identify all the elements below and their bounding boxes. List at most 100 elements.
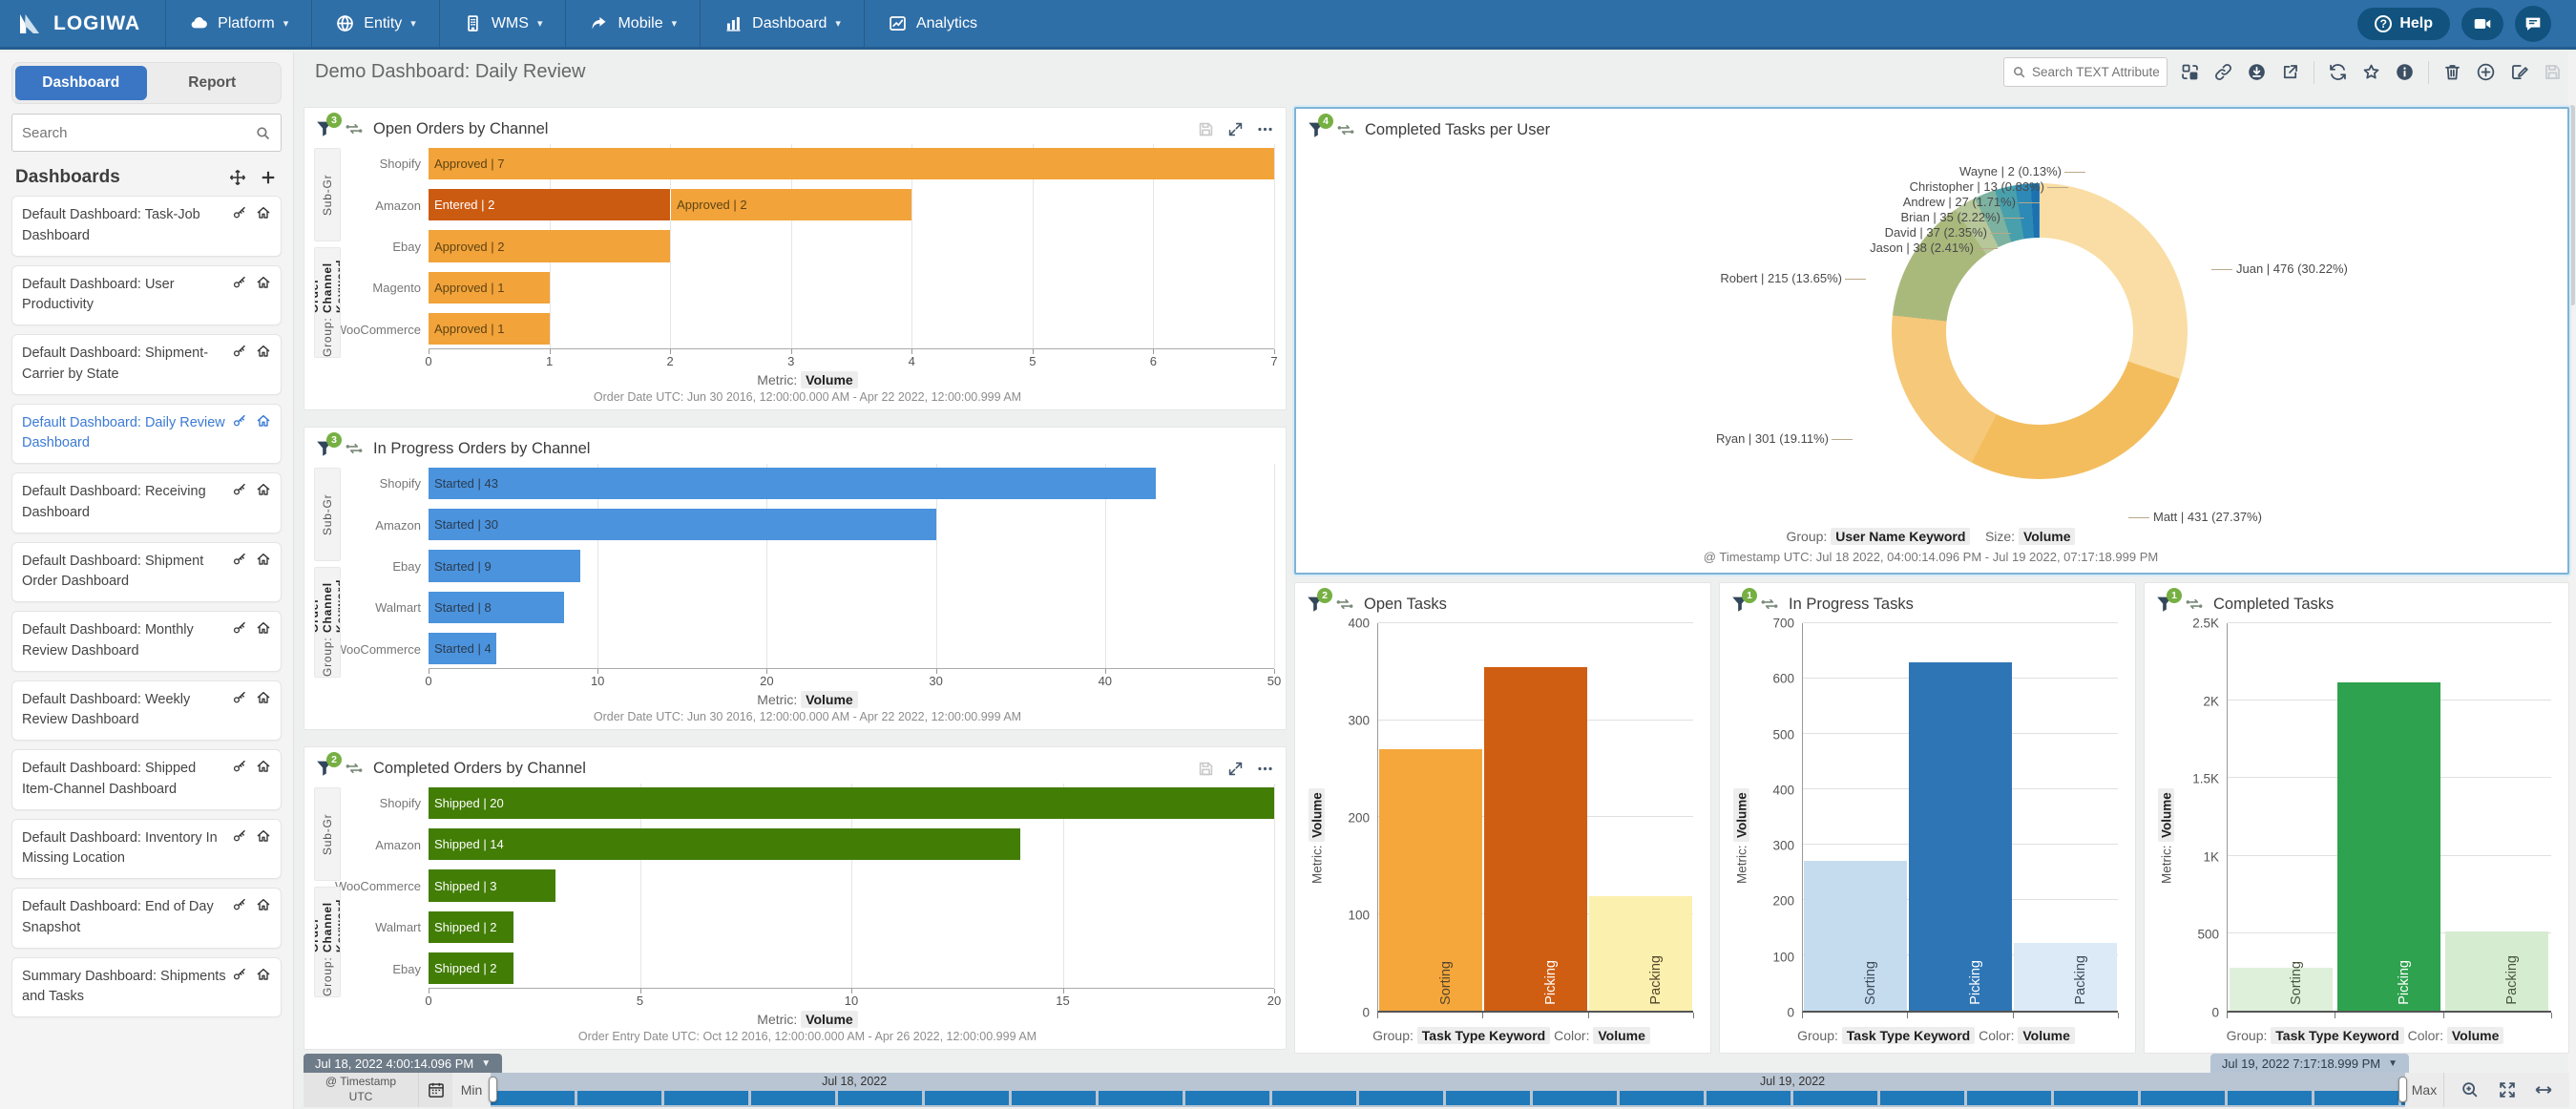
text-attribute-search-input[interactable] [2032, 65, 2159, 79]
home-icon[interactable] [256, 897, 271, 912]
bar[interactable]: Packing [1589, 896, 1692, 1011]
bar[interactable]: Packing [2445, 931, 2548, 1011]
key-icon[interactable] [232, 413, 247, 429]
filter-icon[interactable]: 3 [314, 118, 335, 139]
bar-segment[interactable]: Started | 30 [429, 509, 936, 540]
timeline-min-handle[interactable] [489, 1077, 497, 1102]
key-icon[interactable] [232, 275, 247, 290]
swap-axes-icon[interactable] [345, 119, 364, 138]
bar-segment[interactable]: Shipped | 2 [429, 952, 513, 984]
sidebar-item-dashboard[interactable]: Default Dashboard: User Productivity [11, 265, 282, 326]
move-icon[interactable] [228, 168, 247, 187]
sidebar-item-dashboard[interactable]: Default Dashboard: Shipped Item-Channel … [11, 749, 282, 810]
timeline-track[interactable]: Jul 18, 2022 Jul 19, 2022 [491, 1073, 2405, 1107]
horizontal-expand-icon[interactable] [2533, 1079, 2554, 1100]
widget-expand-icon[interactable] [1226, 120, 1245, 138]
widget-menu-icon[interactable] [1256, 760, 1274, 778]
bar[interactable]: Sorting [1379, 749, 1482, 1011]
filter-icon[interactable]: 3 [314, 438, 335, 459]
sidebar-item-dashboard[interactable]: Default Dashboard: Task-Job Dashboard [11, 196, 282, 257]
home-icon[interactable] [256, 690, 271, 705]
sidebar-item-dashboard[interactable]: Default Dashboard: Inventory In Missing … [11, 819, 282, 880]
home-icon[interactable] [256, 759, 271, 774]
swap-axes-icon[interactable] [1760, 595, 1779, 614]
bar-segment[interactable]: Shipped | 14 [429, 828, 1020, 860]
swap-axes-icon[interactable] [1336, 120, 1355, 139]
key-icon[interactable] [232, 552, 247, 567]
window-scrollbar[interactable] [2568, 52, 2576, 1109]
home-icon[interactable] [256, 482, 271, 497]
filter-icon[interactable]: 1 [1729, 594, 1750, 615]
filter-icon[interactable]: 2 [314, 758, 335, 779]
key-icon[interactable] [232, 759, 247, 774]
key-icon[interactable] [232, 690, 247, 705]
sidebar-search-input[interactable] [22, 125, 255, 141]
home-icon[interactable] [256, 413, 271, 429]
filter-icon[interactable]: 4 [1306, 119, 1327, 140]
logiwa-logo[interactable]: LOGIWA [0, 0, 165, 47]
timeline-max-handle[interactable] [2398, 1077, 2407, 1102]
nav-item-platform[interactable]: Platform▾ [165, 0, 311, 47]
download-icon[interactable] [2247, 62, 2267, 82]
bar[interactable]: Packing [2014, 943, 2117, 1011]
bar-segment[interactable]: Approved | 1 [429, 313, 550, 345]
key-icon[interactable] [232, 344, 247, 359]
widget-expand-icon[interactable] [1226, 760, 1245, 778]
chat-button[interactable] [2515, 6, 2551, 42]
favorite-icon[interactable] [2361, 62, 2381, 82]
key-icon[interactable] [232, 482, 247, 497]
widget-save-icon[interactable] [1197, 120, 1215, 138]
bar-segment[interactable]: Started | 9 [429, 550, 580, 581]
zoom-in-icon[interactable] [2460, 1079, 2481, 1100]
home-icon[interactable] [256, 344, 271, 359]
home-icon[interactable] [256, 828, 271, 844]
open-external-icon[interactable] [2280, 62, 2300, 82]
nav-item-wms[interactable]: WMS▾ [439, 0, 566, 47]
fullscreen-icon[interactable] [2497, 1079, 2518, 1100]
delete-icon[interactable] [2442, 62, 2462, 82]
swap-axes-icon[interactable] [1335, 595, 1354, 614]
add-widget-icon[interactable] [2476, 62, 2496, 82]
key-icon[interactable] [232, 620, 247, 636]
refresh-icon[interactable] [2328, 62, 2348, 82]
add-dashboard-icon[interactable] [259, 168, 278, 187]
bar-segment[interactable]: Approved | 2 [670, 189, 911, 220]
bar[interactable]: Sorting [1804, 861, 1907, 1011]
widget-save-icon[interactable] [1197, 760, 1215, 778]
bar-segment[interactable]: Approved | 1 [429, 272, 550, 303]
info-icon[interactable] [2395, 62, 2415, 82]
bar[interactable]: Picking [2337, 682, 2440, 1011]
bar[interactable]: Sorting [2230, 968, 2333, 1011]
swap-widgets-icon[interactable] [2180, 62, 2200, 82]
tab-dashboard[interactable]: Dashboard [15, 66, 147, 100]
nav-item-dashboard[interactable]: Dashboard▾ [700, 0, 864, 47]
bar-segment[interactable]: Approved | 7 [429, 148, 1274, 179]
bar-segment[interactable]: Entered | 2 [429, 189, 670, 220]
home-icon[interactable] [256, 967, 271, 982]
tab-report[interactable]: Report [147, 66, 279, 100]
sidebar-item-dashboard[interactable]: Summary Dashboard: Shipments and Tasks [11, 957, 282, 1018]
calendar-button[interactable] [418, 1073, 452, 1107]
sidebar-item-dashboard[interactable]: Default Dashboard: Monthly Review Dashbo… [11, 611, 282, 672]
key-icon[interactable] [232, 828, 247, 844]
widget-menu-icon[interactable] [1256, 120, 1274, 138]
swap-axes-icon[interactable] [2185, 595, 2204, 614]
nav-item-mobile[interactable]: Mobile▾ [565, 0, 700, 47]
filter-icon[interactable]: 2 [1305, 594, 1326, 615]
swap-axes-icon[interactable] [345, 439, 364, 458]
save-icon[interactable] [2543, 62, 2563, 82]
bar-segment[interactable]: Shipped | 3 [429, 869, 555, 901]
sidebar-item-dashboard[interactable]: Default Dashboard: End of Day Snapshot [11, 888, 282, 949]
bar-segment[interactable]: Started | 8 [429, 592, 564, 623]
video-button[interactable] [2461, 8, 2503, 40]
timeline-end-pill[interactable]: Jul 19, 2022 7:17:18.999 PM ▼ [2210, 1054, 2409, 1073]
rename-icon[interactable] [2509, 62, 2529, 82]
key-icon[interactable] [232, 205, 247, 220]
home-icon[interactable] [256, 275, 271, 290]
home-icon[interactable] [256, 552, 271, 567]
bar[interactable]: Picking [1909, 662, 2012, 1011]
sidebar-item-dashboard[interactable]: Default Dashboard: Daily Review Dashboar… [11, 404, 282, 465]
copy-link-icon[interactable] [2213, 62, 2233, 82]
home-icon[interactable] [256, 620, 271, 636]
bar-segment[interactable]: Shipped | 20 [429, 787, 1274, 819]
